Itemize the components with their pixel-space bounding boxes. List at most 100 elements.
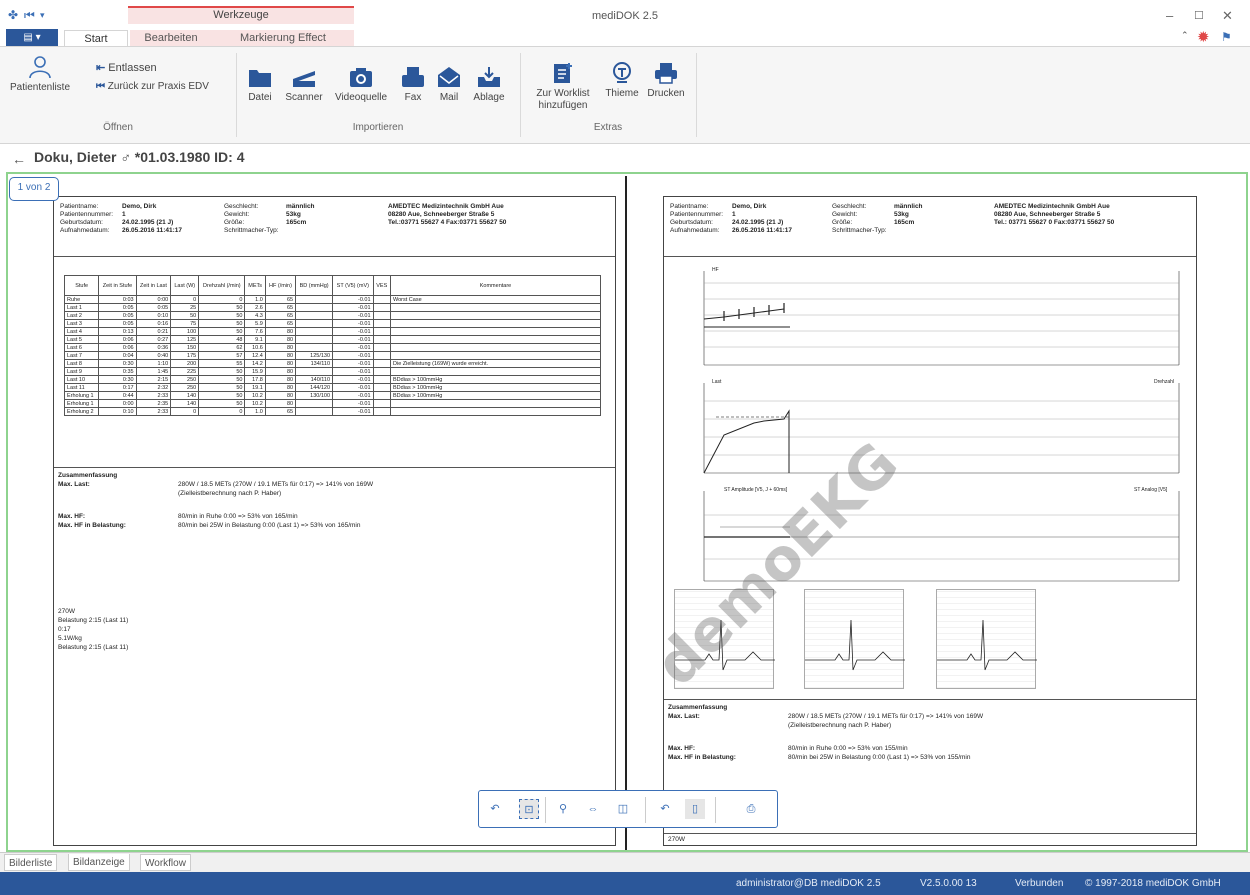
table-cell: 140 xyxy=(170,391,200,400)
info-label: Geburtsdatum: xyxy=(60,219,103,226)
single-page-icon[interactable]: ▯ xyxy=(685,799,705,819)
table-cell: Last 11 xyxy=(63,383,100,392)
info-value: 1 xyxy=(122,211,126,218)
table-cell: 1.0 xyxy=(244,407,266,416)
zurueck-button[interactable]: ⏮ Zurück zur Praxis EDV xyxy=(96,81,209,92)
tab-bildanzeige[interactable]: Bildanzeige xyxy=(68,854,130,871)
worklist-button[interactable]: Zur Worklist hinzufügen xyxy=(526,61,600,112)
entlassen-label: Entlassen xyxy=(108,62,157,74)
table-cell xyxy=(295,343,334,352)
back-arrow-icon[interactable]: ← xyxy=(12,151,26,167)
table-header-cell: ST (V5) (mV) xyxy=(332,275,374,296)
ablage-button[interactable]: Ablage xyxy=(468,65,510,103)
fit-page-icon[interactable]: ⊡ xyxy=(519,799,539,819)
table-cell xyxy=(390,327,601,336)
videoquelle-label: Videoquelle xyxy=(334,92,388,103)
tab-markierung-effect[interactable]: Markierung Effect xyxy=(212,30,354,47)
group-oeffnen: Öffnen xyxy=(103,122,133,133)
table-header-cell: Zeit in Last xyxy=(135,275,172,296)
table-cell: Last 1 xyxy=(63,303,100,312)
last-chart: Last Drehzahl xyxy=(703,379,1180,474)
table-row: Erholung 1 0:44 2:33 140 50 10.2 80 130/100 -0.0… xyxy=(63,391,601,400)
drucken-button[interactable]: Drucken xyxy=(644,61,688,99)
rotate-left-icon[interactable]: ↶ xyxy=(485,799,505,819)
st-chart-label: ST Amplitude [V5, J + 60ms] xyxy=(724,487,788,493)
info-row: Patientennummer: 1 xyxy=(670,211,792,219)
info-value: 53kg xyxy=(286,211,301,218)
info-label: Geschlecht: xyxy=(832,203,867,210)
table-cell: 125 xyxy=(170,335,200,344)
trend-charts: HF Last Drehzahl ST Amplitude [V5, J + 6… xyxy=(703,267,1180,582)
table-cell: 1:10 xyxy=(135,359,172,368)
table-cell: -0.01 xyxy=(332,295,374,304)
inbox-download-icon xyxy=(478,67,500,87)
fax-button[interactable]: Fax xyxy=(396,65,430,103)
videoquelle-button[interactable]: Videoquelle xyxy=(330,65,392,103)
folder-icon xyxy=(249,70,271,87)
tab-bearbeiten[interactable]: Bearbeiten xyxy=(130,30,212,47)
table-cell xyxy=(372,319,392,328)
table-cell: 130/100 xyxy=(295,391,334,400)
info-value: männlich xyxy=(894,203,923,210)
close-icon[interactable]: ✕ xyxy=(1222,8,1233,24)
table-cell: 80 xyxy=(264,351,297,360)
entlassen-button[interactable]: ⇤ Entlassen xyxy=(96,61,157,74)
report-header: Patientname: Demo, Dirk Patientennummer: 1 G… xyxy=(664,197,1196,257)
summary-value: 280W / 18.5 METs (270W / 19.1 METs für 0… xyxy=(788,713,984,720)
group-extras: Extras xyxy=(593,122,623,133)
tab-bilderliste[interactable]: Bilderliste xyxy=(4,854,58,871)
print-icon[interactable]: ⎙ xyxy=(741,799,761,819)
status-version: V2.5.0.00 13 xyxy=(920,878,977,889)
table-cell: 2.6 xyxy=(244,303,266,312)
table-cell xyxy=(390,343,601,352)
mail-icon xyxy=(438,67,460,87)
table-cell: 225 xyxy=(170,367,200,376)
patientenliste-button[interactable]: Patientenliste xyxy=(8,55,72,93)
table-cell: 100 xyxy=(170,327,200,336)
two-page-icon[interactable]: ◫ xyxy=(613,799,633,819)
table-cell: 65 xyxy=(264,303,297,312)
thieme-button[interactable]: Thieme xyxy=(600,61,644,99)
table-cell: 17.8 xyxy=(244,375,266,384)
table-row: Erholung 2 0:10 2:33 0 0 1.0 65 -0.01 xyxy=(63,407,601,416)
table-row: Last 1 0:05 0:05 25 50 2.6 65 -0.01 xyxy=(63,303,601,312)
zoom-tool-icon[interactable]: ⚲ xyxy=(553,799,573,819)
summary-block: Zusammenfassung Max. Last: 280W / 18.5 ME… xyxy=(668,703,1194,762)
stage-table: Stufe Zeit in Stufe Zeit in Last Last (W) Dr… xyxy=(63,275,601,416)
scanner-button[interactable]: Scanner xyxy=(280,65,328,103)
table-cell: 9.1 xyxy=(244,335,266,344)
help-icon[interactable]: ⚑ xyxy=(1221,30,1232,44)
summary-value: (Zielleistberechnung nach P. Haber) xyxy=(178,490,282,497)
maximize-icon[interactable]: ☐ xyxy=(1194,9,1204,22)
table-cell: 4.3 xyxy=(244,311,266,320)
last-chart-label: Last xyxy=(712,379,722,385)
tab-start[interactable]: Start xyxy=(64,30,128,47)
table-cell: -0.01 xyxy=(332,407,374,416)
tab-workflow[interactable]: Workflow xyxy=(140,854,191,871)
patient-info-block-2: Geschlecht: männlich Gewicht: 53kg Größe: 165… xyxy=(832,203,923,235)
mail-button[interactable]: Mail xyxy=(432,65,466,103)
file-menu-button[interactable]: ▤ ▾ xyxy=(6,29,58,46)
summary-row: Max. Last: 280W / 18.5 METs (270W / 19.1 … xyxy=(668,712,1194,721)
info-label: Patientname: xyxy=(60,203,99,210)
fax-label: Fax xyxy=(404,92,422,103)
table-cell: 50 xyxy=(198,367,246,376)
text-line: 0:17 xyxy=(58,626,71,633)
fit-width-icon[interactable]: ⇔ xyxy=(583,799,603,819)
table-cell: 0 xyxy=(198,407,246,416)
patient-info-block-2: Geschlecht: männlich Gewicht: 53kg Größe: 165… xyxy=(224,203,315,235)
table-cell xyxy=(295,319,334,328)
rotate-page-icon[interactable]: ↶ xyxy=(655,799,675,819)
summary-label: Max. HF in Belastung: xyxy=(58,522,126,529)
minimize-icon[interactable]: – xyxy=(1166,8,1173,23)
collapse-ribbon-icon[interactable]: ⌃ xyxy=(1181,30,1189,41)
app-title: mediDOK 2.5 xyxy=(591,10,659,22)
table-cell: Die Zielleistung (169W) wurde erreicht. xyxy=(390,359,601,368)
summary-row: Max. HF in Belastung: 80/min bei 25W in B… xyxy=(668,753,1194,762)
table-cell: 0:05 xyxy=(98,303,137,312)
datei-button[interactable]: Datei xyxy=(242,65,278,103)
settings-gear-icon[interactable]: ✹ xyxy=(1197,28,1210,46)
table-cell: -0.01 xyxy=(332,335,374,344)
table-cell: 65 xyxy=(264,407,297,416)
table-cell: 10.2 xyxy=(244,391,266,400)
